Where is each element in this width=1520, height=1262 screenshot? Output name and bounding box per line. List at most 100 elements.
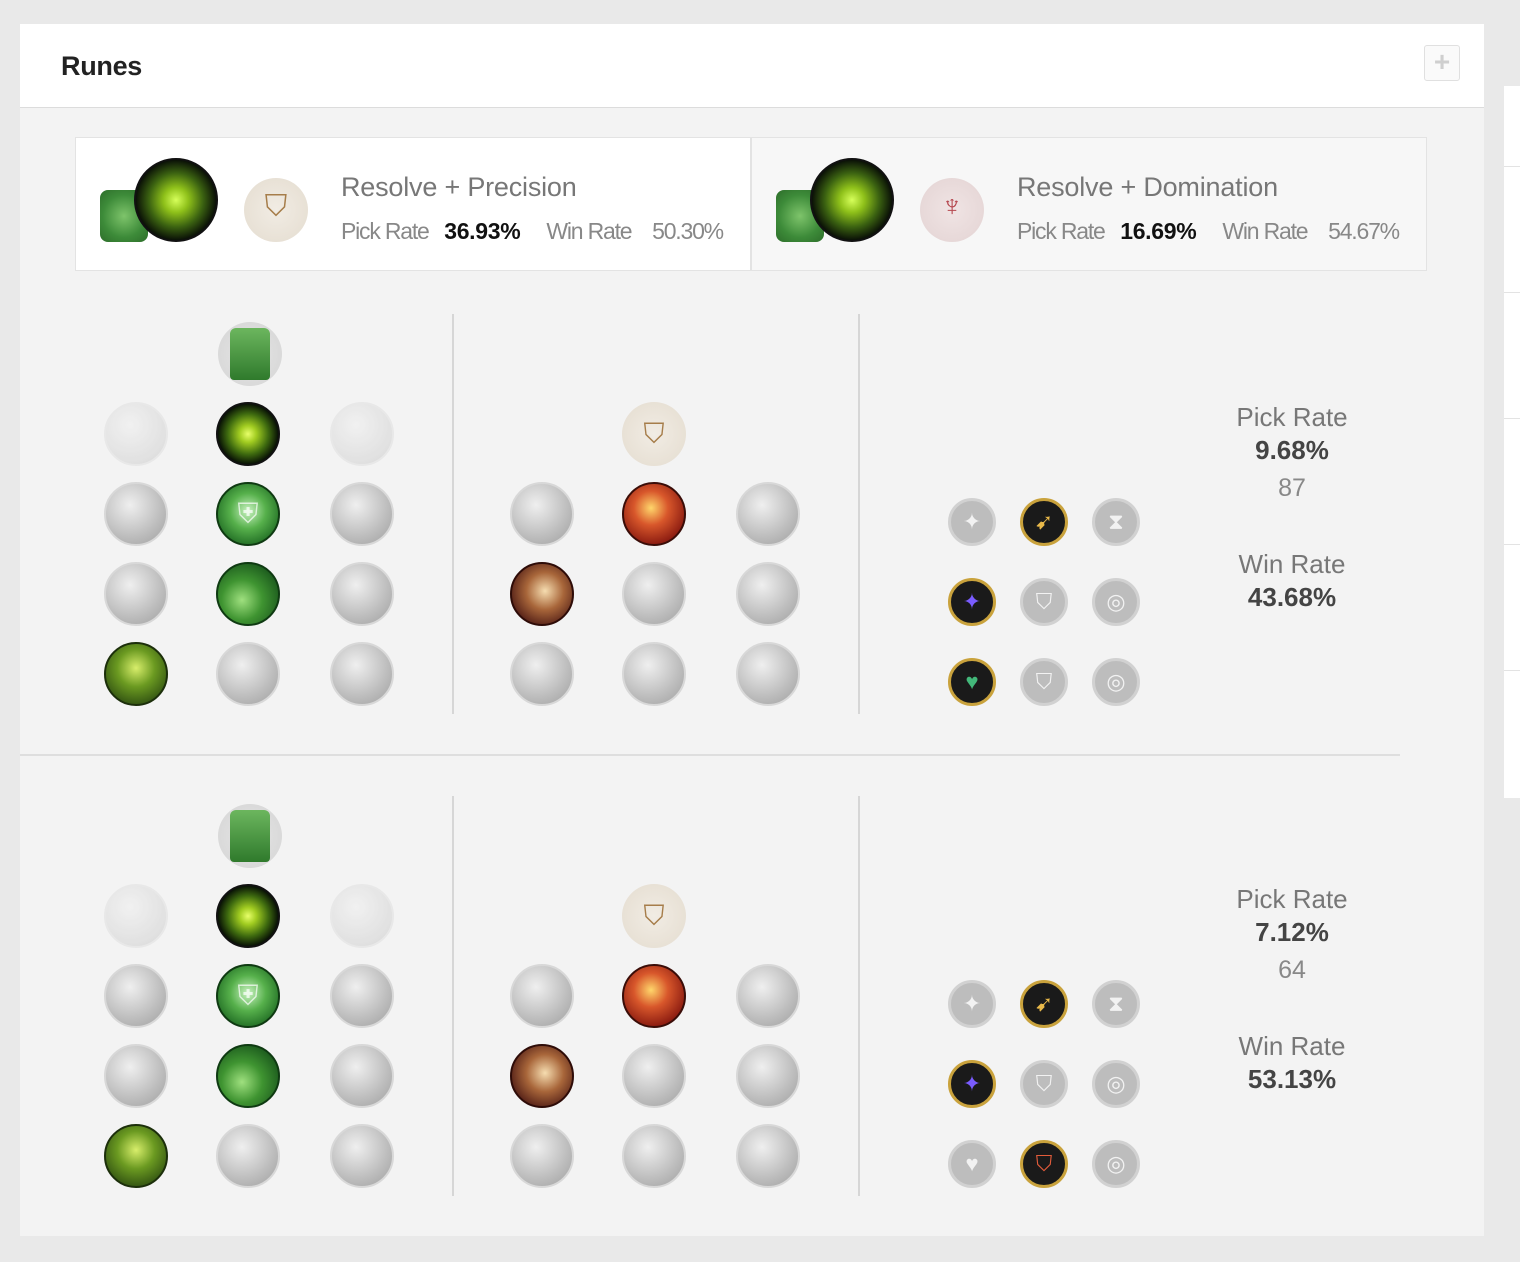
runes-panel: Runes + ⛉ Resolve + Precision Pick Rate … [20, 24, 1484, 1236]
legend-tenacity-icon[interactable] [622, 1044, 686, 1108]
attack-speed-icon[interactable]: ➹ [1020, 980, 1068, 1028]
win-rate-label: Win Rate [1238, 549, 1346, 579]
overgrowth-icon[interactable] [104, 642, 168, 706]
grasp-off-icon[interactable] [104, 884, 168, 948]
triumph-icon[interactable] [622, 964, 686, 1028]
legend-alacrity-icon[interactable] [510, 1044, 574, 1108]
overheal-icon[interactable] [510, 482, 574, 546]
magic-resist-icon[interactable]: ◎ [1092, 1140, 1140, 1188]
cut-down-icon[interactable] [622, 642, 686, 706]
precision-tree-icon: ⛉ [244, 178, 308, 242]
side-strip [1504, 86, 1520, 798]
win-rate-value: 50.30% [652, 218, 724, 244]
demolish-icon[interactable] [104, 482, 168, 546]
shield-bash-icon[interactable] [330, 482, 394, 546]
second-wind-icon[interactable] [216, 562, 280, 626]
font-of-life-icon[interactable]: ⛨ [216, 964, 280, 1028]
combo-tab-resolve-precision[interactable]: ⛉ Resolve + Precision Pick Rate 36.93% W… [75, 137, 751, 271]
combo-stats: Pick Rate 16.69% Win Rate 54.67% [1017, 218, 1400, 245]
legend-bloodline-icon[interactable] [736, 1044, 800, 1108]
adaptive-force-icon[interactable]: ✦ [948, 1060, 996, 1108]
precision-tree-icon: ⛉ [622, 884, 686, 948]
font-of-life-icon[interactable]: ⛨ [216, 482, 280, 546]
overgrowth-icon[interactable] [104, 1124, 168, 1188]
armor-icon[interactable]: ⛉ [1020, 658, 1068, 706]
armor-icon[interactable]: ⛉ [1020, 1140, 1068, 1188]
coup-de-grace-icon[interactable] [510, 1124, 574, 1188]
pick-rate-value: 9.68% [1255, 435, 1329, 465]
grasp-keystone-icon[interactable] [216, 884, 280, 948]
magic-resist-icon[interactable]: ◎ [1092, 658, 1140, 706]
resolve-tower-icon [230, 328, 270, 380]
column-divider [858, 796, 860, 1196]
win-rate-value: 53.13% [1247, 1064, 1337, 1094]
column-divider [858, 314, 860, 714]
combo-title: Resolve + Precision [341, 172, 577, 202]
resolve-tower-icon [230, 810, 270, 862]
ability-haste-icon[interactable]: ⧗ [1092, 498, 1140, 546]
unflinching-icon[interactable] [330, 1124, 394, 1188]
conditioning-icon[interactable] [104, 1044, 168, 1108]
ability-haste-icon[interactable]: ⧗ [1092, 980, 1140, 1028]
plus-icon[interactable]: + [1424, 45, 1460, 81]
revitalize-icon[interactable] [216, 642, 280, 706]
domination-tree-icon: ♆ [920, 178, 984, 242]
column-divider [452, 796, 454, 1196]
health-scaling-icon[interactable]: ♥ [948, 658, 996, 706]
pick-rate-label: Pick Rate [341, 218, 430, 244]
demolish-icon[interactable] [104, 964, 168, 1028]
armor-icon[interactable]: ⛉ [1020, 1060, 1068, 1108]
pick-rate-label: Pick Rate [1236, 402, 1348, 432]
magic-resist-icon[interactable]: ◎ [1092, 578, 1140, 626]
health-scaling-icon[interactable]: ♥ [948, 1140, 996, 1188]
attack-speed-icon[interactable]: ➹ [1020, 498, 1068, 546]
precision-tree-icon: ⛉ [622, 402, 686, 466]
armor-icon[interactable]: ⛉ [1020, 578, 1068, 626]
pick-rate-label: Pick Rate [1236, 884, 1348, 914]
guardian-icon[interactable] [330, 402, 394, 466]
grasp-keystone-icon [134, 158, 218, 242]
adaptive-force-icon[interactable]: ✦ [948, 980, 996, 1028]
unflinching-icon[interactable] [330, 642, 394, 706]
triumph-icon[interactable] [622, 482, 686, 546]
win-rate-label: Win Rate [1222, 218, 1308, 244]
rune-build-2: ⛨ ⛉ ✦ ➹ ⧗ ✦ ⛉ ◎ ♥ ⛉ ◎ Pick Rate 7.12% 64… [20, 796, 1484, 1256]
win-rate-value: 54.67% [1328, 218, 1400, 244]
legend-bloodline-icon[interactable] [736, 562, 800, 626]
combo-stats: Pick Rate 36.93% Win Rate 50.30% [341, 218, 724, 245]
pick-rate-value: 36.93% [444, 218, 521, 244]
grasp-keystone-icon[interactable] [216, 402, 280, 466]
cut-down-icon[interactable] [622, 1124, 686, 1188]
revitalize-icon[interactable] [216, 1124, 280, 1188]
build-stats: Pick Rate 9.68% 87 Win Rate 43.68% [1192, 402, 1392, 613]
overheal-icon[interactable] [510, 964, 574, 1028]
win-rate-label: Win Rate [1238, 1031, 1346, 1061]
adaptive-force-icon[interactable]: ✦ [948, 578, 996, 626]
legend-alacrity-icon[interactable] [510, 562, 574, 626]
build-divider [20, 754, 1400, 756]
adaptive-force-icon[interactable]: ✦ [948, 498, 996, 546]
games-count: 87 [1278, 474, 1306, 502]
presence-of-mind-icon[interactable] [736, 964, 800, 1028]
bone-plating-icon[interactable] [330, 562, 394, 626]
legend-tenacity-icon[interactable] [622, 562, 686, 626]
bone-plating-icon[interactable] [330, 1044, 394, 1108]
pick-rate-value: 7.12% [1255, 917, 1329, 947]
guardian-icon[interactable] [330, 884, 394, 948]
conditioning-icon[interactable] [104, 562, 168, 626]
last-stand-icon[interactable] [736, 642, 800, 706]
win-rate-value: 43.68% [1247, 582, 1337, 612]
column-divider [452, 314, 454, 714]
shield-bash-icon[interactable] [330, 964, 394, 1028]
combo-tab-resolve-domination[interactable]: ♆ Resolve + Domination Pick Rate 16.69% … [751, 137, 1427, 271]
pick-rate-value: 16.69% [1120, 218, 1197, 244]
last-stand-icon[interactable] [736, 1124, 800, 1188]
pick-rate-label: Pick Rate [1017, 218, 1106, 244]
magic-resist-icon[interactable]: ◎ [1092, 1060, 1140, 1108]
second-wind-icon[interactable] [216, 1044, 280, 1108]
presence-of-mind-icon[interactable] [736, 482, 800, 546]
coup-de-grace-icon[interactable] [510, 642, 574, 706]
grasp-keystone-icon [810, 158, 894, 242]
rune-build-1: ⛨ ⛉ ✦ ➹ ⧗ ✦ ⛉ ◎ ♥ ⛉ ◎ Pick Rate 9.68% 87… [20, 314, 1484, 774]
grasp-off-icon[interactable] [104, 402, 168, 466]
